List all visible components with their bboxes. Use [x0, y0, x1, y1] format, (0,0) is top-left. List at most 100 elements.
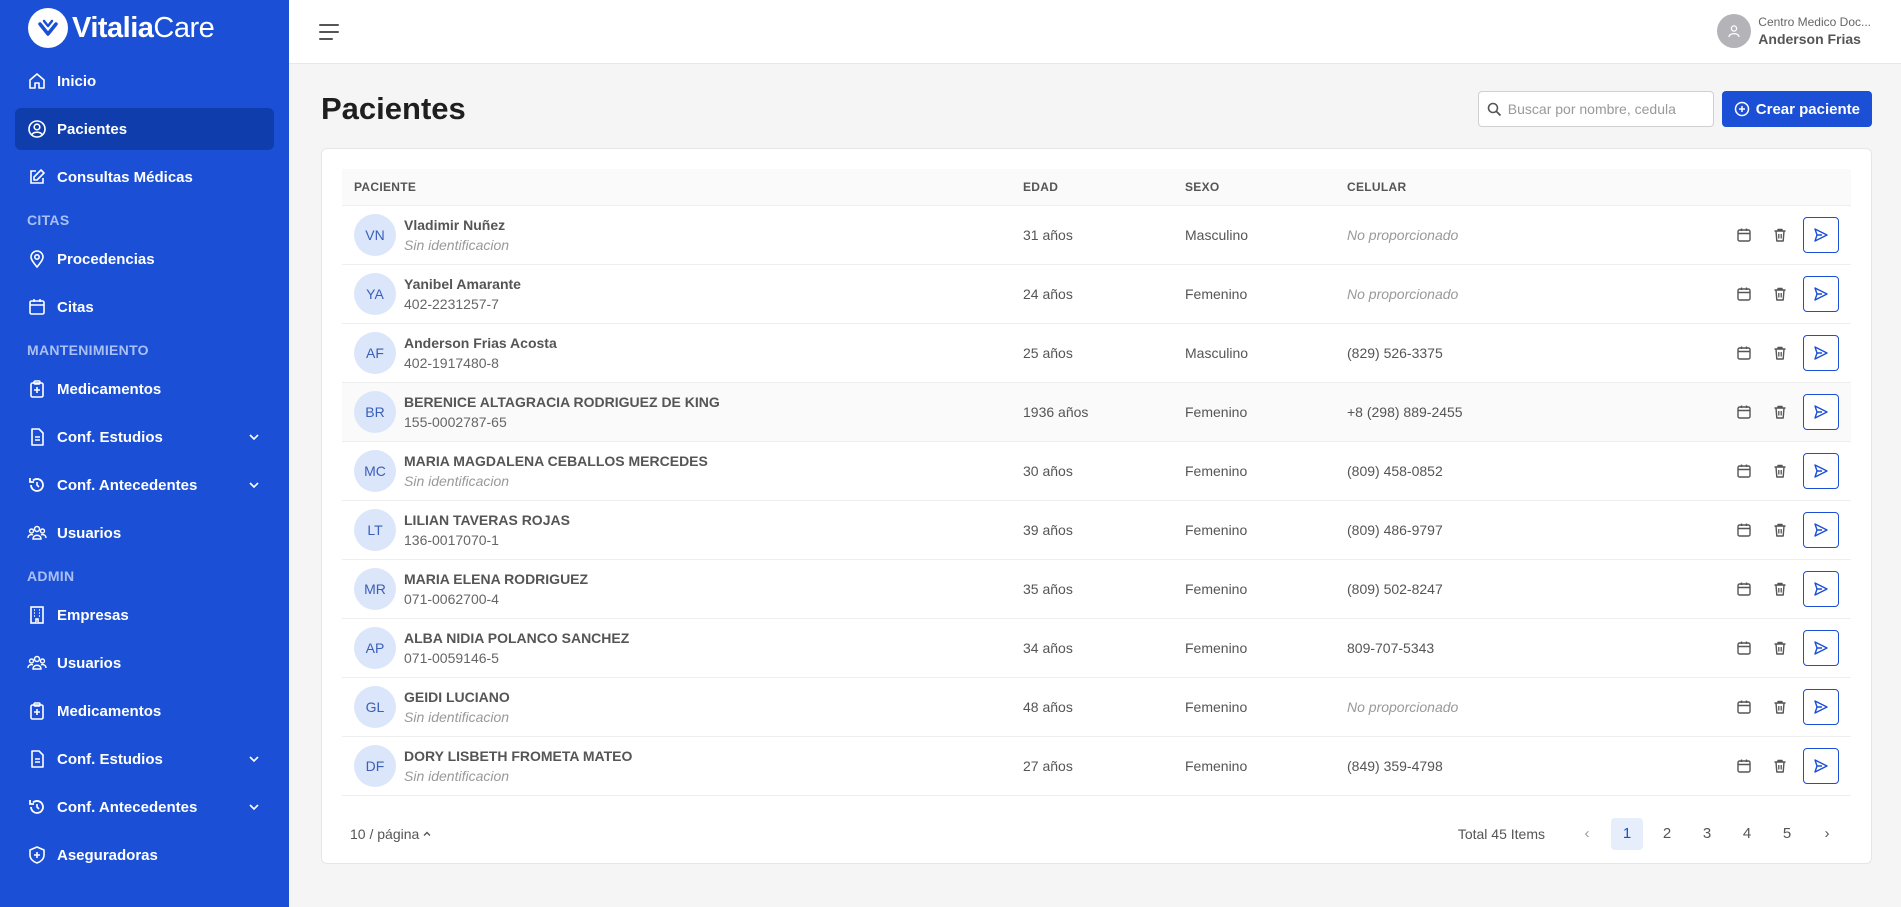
- send-button[interactable]: [1803, 629, 1839, 666]
- delete-trash-icon[interactable]: [1767, 694, 1793, 720]
- cell-patient: AF Anderson Frias Acosta 402-1917480-8: [342, 323, 1011, 382]
- vitalia-logo-icon: [28, 8, 68, 48]
- patient-name[interactable]: Yanibel Amarante: [404, 276, 521, 292]
- send-button[interactable]: [1803, 570, 1839, 607]
- send-button[interactable]: [1803, 275, 1839, 312]
- delete-trash-icon[interactable]: [1767, 517, 1793, 543]
- sidebar-item-admin-conf-antecedentes[interactable]: Conf. Antecedentes: [15, 786, 274, 828]
- brand-name-light: Care: [153, 11, 215, 44]
- sidebar-item-procedencias[interactable]: Procedencias: [15, 238, 274, 280]
- delete-trash-icon[interactable]: [1767, 281, 1793, 307]
- schedule-calendar-icon[interactable]: [1731, 694, 1757, 720]
- schedule-calendar-icon[interactable]: [1731, 517, 1757, 543]
- cell-actions: [1595, 441, 1851, 500]
- create-patient-label: Crear paciente: [1755, 100, 1860, 118]
- cell-actions: [1595, 736, 1851, 795]
- send-button[interactable]: [1803, 688, 1839, 725]
- patient-name[interactable]: Anderson Frias Acosta: [404, 335, 557, 351]
- send-button[interactable]: [1803, 747, 1839, 784]
- delete-trash-icon[interactable]: [1767, 399, 1793, 425]
- menu-toggle-icon[interactable]: [319, 23, 339, 40]
- table-row[interactable]: MC MARIA MAGDALENA CEBALLOS MERCEDES Sin…: [342, 441, 1851, 500]
- sidebar-item-citas[interactable]: Citas: [15, 286, 274, 328]
- send-button[interactable]: [1803, 334, 1839, 371]
- page-button-4[interactable]: 4: [1731, 818, 1763, 850]
- row-actions: [1607, 334, 1839, 371]
- patient-name[interactable]: GEIDI LUCIANO: [404, 689, 510, 705]
- topbar: Centro Medico Doc... Anderson Frias: [289, 0, 1901, 64]
- sidebar-item-admin-conf-estudios[interactable]: Conf. Estudios: [15, 738, 274, 780]
- page-button-1[interactable]: 1: [1611, 817, 1643, 850]
- send-button[interactable]: [1803, 452, 1839, 489]
- cell-actions: [1595, 323, 1851, 382]
- delete-trash-icon[interactable]: [1767, 753, 1793, 779]
- table-row[interactable]: YA Yanibel Amarante 402-2231257-7 24 año…: [342, 264, 1851, 323]
- sidebar-item-medicamentos[interactable]: Medicamentos: [15, 368, 274, 410]
- sidebar-item-admin-medicamentos[interactable]: Medicamentos: [15, 690, 274, 732]
- search-input[interactable]: [1507, 101, 1688, 117]
- brand-logo[interactable]: VitaliaCare: [28, 8, 274, 48]
- schedule-calendar-icon[interactable]: [1731, 635, 1757, 661]
- user-menu[interactable]: Centro Medico Doc... Anderson Frias: [1717, 14, 1871, 48]
- patient-name[interactable]: MARIA MAGDALENA CEBALLOS MERCEDES: [404, 453, 708, 469]
- patient-name[interactable]: MARIA ELENA RODRIGUEZ: [404, 571, 588, 587]
- send-button[interactable]: [1803, 393, 1839, 430]
- sidebar-item-conf-estudios[interactable]: Conf. Estudios: [15, 416, 274, 458]
- schedule-calendar-icon[interactable]: [1731, 340, 1757, 366]
- sidebar-item-empresas[interactable]: Empresas: [15, 594, 274, 636]
- patient-name[interactable]: BERENICE ALTAGRACIA RODRIGUEZ DE KING: [404, 394, 720, 410]
- table-row[interactable]: GL GEIDI LUCIANO Sin identificacion 48 a…: [342, 677, 1851, 736]
- schedule-calendar-icon[interactable]: [1731, 281, 1757, 307]
- send-button[interactable]: [1803, 216, 1839, 253]
- schedule-calendar-icon[interactable]: [1731, 753, 1757, 779]
- prev-page-button[interactable]: ‹: [1571, 818, 1603, 850]
- sidebar-item-admin-usuarios[interactable]: Usuarios: [15, 642, 274, 684]
- patient-id: 071-0059146-5: [404, 649, 499, 666]
- clipboard-plus-icon: [27, 701, 47, 721]
- schedule-calendar-icon[interactable]: [1731, 576, 1757, 602]
- patient-text: MARIA ELENA RODRIGUEZ 071-0062700-4: [404, 571, 588, 607]
- delete-trash-icon[interactable]: [1767, 458, 1793, 484]
- sidebar-item-pacientes[interactable]: Pacientes: [15, 108, 274, 150]
- page-button-2[interactable]: 2: [1651, 818, 1683, 850]
- patient-name[interactable]: Vladimir Nuñez: [404, 217, 509, 233]
- table-row[interactable]: VN Vladimir Nuñez Sin identificacion 31 …: [342, 205, 1851, 264]
- sidebar-item-conf-antecedentes[interactable]: Conf. Antecedentes: [15, 464, 274, 506]
- delete-trash-icon[interactable]: [1767, 222, 1793, 248]
- delete-trash-icon[interactable]: [1767, 635, 1793, 661]
- patient-name[interactable]: ALBA NIDIA POLANCO SANCHEZ: [404, 630, 629, 646]
- sidebar-item-inicio[interactable]: Inicio: [15, 60, 274, 102]
- table-row[interactable]: AP ALBA NIDIA POLANCO SANCHEZ 071-005914…: [342, 618, 1851, 677]
- sidebar-item-consultas[interactable]: Consultas Médicas: [15, 156, 274, 198]
- next-page-button[interactable]: ›: [1811, 818, 1843, 850]
- col-header-phone: CELULAR: [1335, 169, 1595, 206]
- page-button-3[interactable]: 3: [1691, 818, 1723, 850]
- chevron-down-icon: [248, 430, 260, 442]
- table-row[interactable]: BR BERENICE ALTAGRACIA RODRIGUEZ DE KING…: [342, 382, 1851, 441]
- create-patient-button[interactable]: Crear paciente: [1721, 91, 1872, 127]
- page-button-5[interactable]: 5: [1771, 818, 1803, 850]
- schedule-calendar-icon[interactable]: [1731, 399, 1757, 425]
- sidebar-item-label: Citas: [57, 298, 94, 316]
- table-row[interactable]: DF DORY LISBETH FROMETA MATEO Sin identi…: [342, 736, 1851, 795]
- cell-patient: GL GEIDI LUCIANO Sin identificacion: [342, 677, 1011, 736]
- sidebar-item-label: Pacientes: [57, 120, 128, 138]
- sidebar-item-aseguradoras[interactable]: Aseguradoras: [15, 834, 274, 876]
- schedule-calendar-icon[interactable]: [1731, 222, 1757, 248]
- table-row[interactable]: AF Anderson Frias Acosta 402-1917480-8 2…: [342, 323, 1851, 382]
- patient-avatar: AF: [354, 331, 396, 374]
- delete-trash-icon[interactable]: [1767, 576, 1793, 602]
- send-button[interactable]: [1803, 511, 1839, 548]
- delete-trash-icon[interactable]: [1767, 340, 1793, 366]
- user-circle-icon: [27, 119, 47, 139]
- sidebar-item-usuarios[interactable]: Usuarios: [15, 512, 274, 554]
- table-row[interactable]: MR MARIA ELENA RODRIGUEZ 071-0062700-4 3…: [342, 559, 1851, 618]
- page-size-select[interactable]: 10 / página: [350, 826, 432, 842]
- patient-name[interactable]: LILIAN TAVERAS ROJAS: [404, 512, 570, 528]
- patient-info: YA Yanibel Amarante 402-2231257-7: [354, 272, 999, 315]
- table-row[interactable]: LT LILIAN TAVERAS ROJAS 136-0017070-1 39…: [342, 500, 1851, 559]
- schedule-calendar-icon[interactable]: [1731, 458, 1757, 484]
- search-box[interactable]: [1477, 91, 1714, 127]
- patient-name[interactable]: DORY LISBETH FROMETA MATEO: [404, 748, 632, 764]
- cell-sex: Femenino: [1185, 403, 1248, 420]
